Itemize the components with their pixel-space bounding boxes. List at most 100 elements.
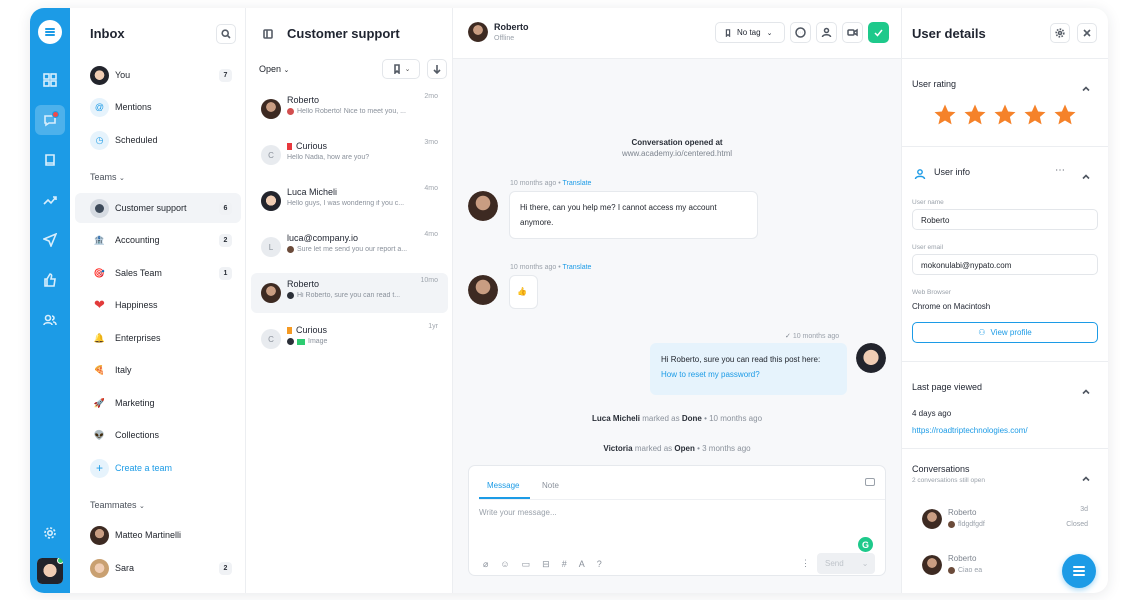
emoji-icon[interactable]: ☺ [500,559,509,570]
star-icon[interactable] [993,103,1017,127]
message-input[interactable]: Write your message... [479,508,557,517]
team-label: Collections [115,430,160,440]
inbox-item-mentions[interactable]: @ Mentions [75,92,241,122]
search-icon [221,29,231,39]
conversation-item-selected[interactable]: Roberto Hi Roberto, sure you can read t.… [251,273,448,313]
help-article-link[interactable]: How to reset my password? [661,367,836,382]
more-options-button[interactable] [790,22,811,43]
inbox-chat-icon[interactable] [35,105,65,135]
teammates-heading[interactable]: Teammates ⌄ [90,500,145,510]
assign-user-button[interactable] [816,22,837,43]
chat-header: Roberto Offline No tag ⌄ [453,8,901,59]
star-icon[interactable] [1053,103,1077,127]
outgoing-message: Hi Roberto, sure you can read this post … [650,343,847,395]
create-team-button[interactable]: + Create a team [75,453,241,483]
user-details-panel: User details User rating User info ⋯ Use… [902,8,1108,593]
close-details-button[interactable] [1077,23,1097,43]
conversation-item[interactable]: Roberto Hello Roberto! Nice to meet you,… [251,89,448,129]
inbox-item-scheduled[interactable]: ◷ Scheduled [75,125,241,155]
mark-done-button[interactable] [868,22,889,43]
tag-dropdown[interactable]: No tag ⌄ [715,22,785,43]
conversation-item[interactable]: Luca Micheli Hello guys, I was wondering… [251,181,448,221]
team-item-happiness[interactable]: ❤ Happiness [75,290,241,320]
team-label: Happiness [115,300,158,310]
knowledge-base-icon[interactable]: ⊟ [542,559,550,570]
ellipsis-icon[interactable]: ⋯ [1055,165,1065,176]
inbox-item-you[interactable]: You 7 [75,60,241,90]
tag-filter-button[interactable]: ⌄ [382,59,420,79]
translate-link[interactable]: Translate [563,180,592,187]
team-item-collections[interactable]: 👽 Collections [75,420,241,450]
star-icon[interactable] [1023,103,1047,127]
user-name-field[interactable]: Roberto [912,209,1098,230]
star-icon[interactable] [933,103,957,127]
teammate-item-sara[interactable]: Sara 2 [75,553,241,583]
collapse-chevron-up-icon[interactable] [1082,80,1090,92]
team-item-accounting[interactable]: 🏦 Accounting 2 [75,225,241,255]
inbox-search-button[interactable] [216,24,236,44]
checkmark-icon [874,29,883,37]
settings-gear-icon[interactable] [35,518,65,548]
composer-more-icon[interactable]: ⋮ [801,558,810,569]
message-meta: 10 months ago • Translate [510,180,592,187]
contact-initial-avatar: C [261,329,281,349]
team-item-enterprises[interactable]: 🔔 Enterprises [75,323,241,353]
close-icon [1083,29,1091,37]
contact-avatar [922,509,942,529]
details-settings-button[interactable] [1050,23,1070,43]
pizza-icon: 🍕 [93,364,106,375]
team-item-marketing[interactable]: 🚀 Marketing [75,388,241,418]
conversation-time: 3mo [424,139,438,146]
sort-button[interactable] [427,59,447,79]
hashtag-icon[interactable]: # [562,559,567,570]
video-call-button[interactable] [842,22,863,43]
view-profile-button[interactable]: ⚇ View profile [912,322,1098,343]
help-icon[interactable]: ? [597,559,602,570]
send-button[interactable]: Send ⌄ [817,553,875,574]
collapse-sidebar-button[interactable] [258,24,278,44]
analytics-icon[interactable] [35,185,65,215]
collapse-chevron-up-icon[interactable] [1082,470,1090,482]
teammate-item-matteo[interactable]: Matteo Martinelli [75,520,241,550]
conversation-item[interactable]: C Curious Image 1yr [251,319,448,359]
team-item-italy[interactable]: 🍕 Italy [75,355,241,385]
keyboard-icon[interactable] [865,478,875,486]
status-filter-dropdown[interactable]: Open ⌄ [259,64,289,74]
contact-status: Offline [494,35,515,42]
last-page-url-link[interactable]: https://roadtriptechnologies.com/ [912,426,1028,435]
chat-widget-launcher[interactable] [1062,554,1096,588]
user-info-section: User info ⋯ User name Roberto User email… [902,147,1108,362]
book-icon[interactable] [35,145,65,175]
grammar-check-icon[interactable]: G [858,537,873,552]
conversation-item[interactable]: L luca@company.io Sure let me send you o… [251,227,448,267]
user-icon [821,27,832,38]
team-icon [90,198,109,218]
gif-icon[interactable]: ▭ [522,559,531,570]
translate-icon[interactable]: A [579,559,585,570]
tab-message[interactable]: Message [487,481,519,490]
teams-heading[interactable]: Teams ⌄ [90,172,125,182]
team-item-customer-support[interactable]: Customer support 6 [75,193,241,223]
star-icon[interactable] [963,103,987,127]
conversation-item[interactable]: C Curious Hello Nadia, how are you? 3mo [251,135,448,175]
user-conversation-item[interactable]: Roberto fldgdfgdf 3d Closed [912,501,1098,539]
tag-label: No tag [737,28,761,37]
team-item-sales[interactable]: 🎯 Sales Team 1 [75,258,241,288]
attachment-icon[interactable]: ⌀ [483,559,488,570]
collapse-chevron-up-icon[interactable] [1082,168,1090,180]
notification-dot [52,111,59,118]
dashboard-icon[interactable] [35,65,65,95]
teammate-label: Sara [115,563,135,573]
translate-link[interactable]: Translate [563,264,592,271]
app-logo-icon[interactable] [38,20,62,44]
team-label: Italy [115,365,132,375]
current-user-avatar[interactable] [37,558,63,584]
app-window: Inbox You 7 @ Mentions ◷ Scheduled Teams… [30,8,1108,593]
send-icon[interactable] [35,225,65,255]
message-preview: Hello Nadia, how are you? [287,154,370,161]
thumbs-up-icon[interactable] [35,265,65,295]
contacts-icon[interactable] [35,305,65,335]
collapse-chevron-up-icon[interactable] [1082,383,1090,395]
tab-note[interactable]: Note [542,481,559,490]
user-email-field[interactable]: mokonulabi@nypato.com [912,254,1098,275]
